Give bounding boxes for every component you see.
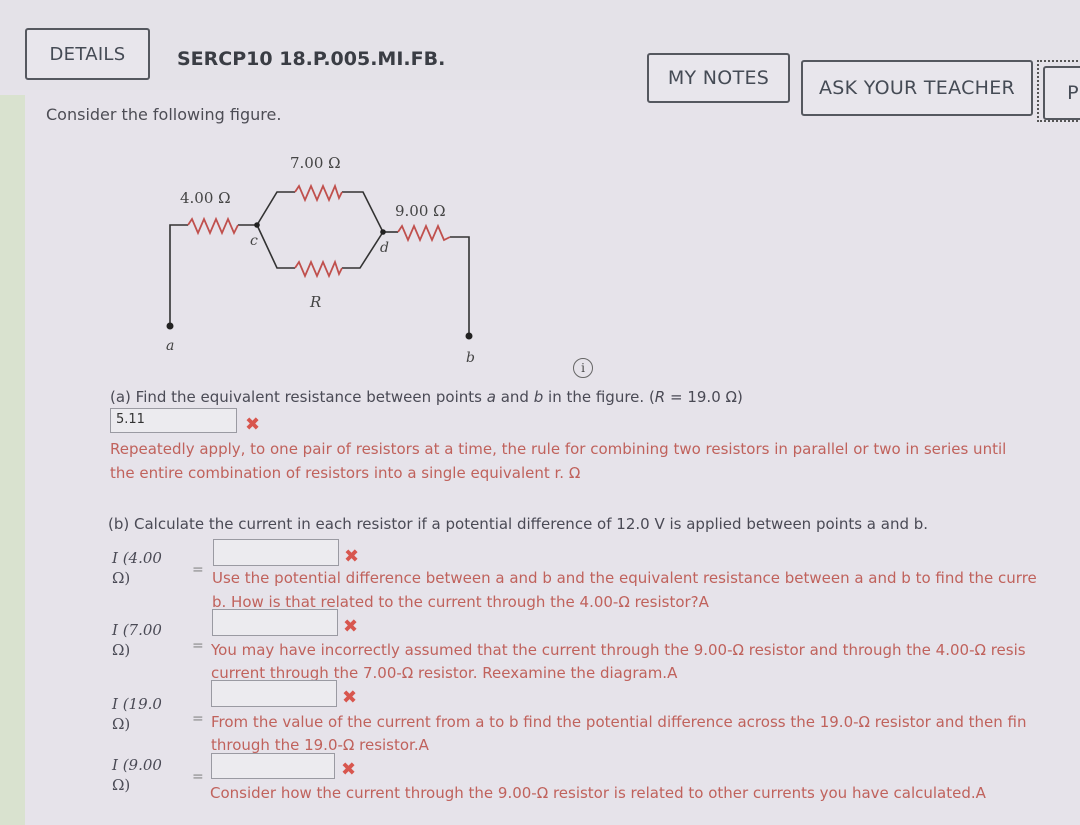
current-19ohm-hint-line1: From the value of the current from a to … (211, 713, 1027, 731)
current-4ohm-hint-line1: Use the potential difference between a a… (212, 569, 1037, 587)
equals-sign: = (192, 711, 204, 727)
part-a-hint-line1: Repeatedly apply, to one pair of resisto… (110, 440, 1007, 458)
equals-sign: = (192, 562, 204, 578)
resistor-9ohm (397, 223, 451, 243)
node-b-dot (465, 332, 473, 340)
current-7ohm-hint-line1: You may have incorrectly assumed that th… (211, 641, 1026, 659)
current-19ohm-input[interactable] (211, 680, 337, 707)
wrong-icon: ✖ (341, 759, 357, 780)
practice-button[interactable]: P (1043, 66, 1080, 120)
wire-c-bottom (256, 224, 295, 269)
details-button[interactable]: DETAILS (25, 28, 150, 80)
current-label-7ohm: I (7.00 Ω) (112, 621, 162, 659)
part-a-question: (a) Find the equivalent resistance betwe… (110, 388, 743, 406)
label-R: R (309, 293, 321, 311)
part-a-hint-line2: the entire combination of resistors into… (110, 464, 581, 482)
wire-top-d (342, 191, 384, 233)
label-node-c: c (250, 233, 258, 249)
label-7ohm: 7.00 Ω (290, 154, 341, 172)
label-node-a: a (166, 338, 174, 354)
current-4ohm-input[interactable] (213, 539, 339, 566)
wrong-icon: ✖ (343, 616, 359, 637)
label-node-d: d (380, 240, 389, 256)
current-label-19ohm: I (19.0 Ω) (112, 695, 162, 733)
resistor-R (294, 259, 343, 279)
label-4ohm: 4.00 Ω (180, 189, 231, 207)
current-label-9ohm: I (9.00 Ω) (112, 756, 162, 794)
current-9ohm-input[interactable] (211, 753, 335, 779)
current-19ohm-hint-line2: through the 19.0-Ω resistor.A (211, 736, 429, 754)
node-c-dot (254, 222, 260, 228)
current-7ohm-input[interactable] (212, 609, 338, 636)
resistor-4ohm (187, 216, 239, 236)
current-label-4ohm: I (4.00 Ω) (112, 549, 162, 587)
equals-sign: = (192, 769, 204, 785)
label-9ohm: 9.00 Ω (395, 202, 446, 220)
prompt-text: Consider the following figure. (46, 105, 282, 124)
current-9ohm-hint: Consider how the current through the 9.0… (210, 784, 986, 802)
my-notes-button[interactable]: MY NOTES (647, 53, 790, 103)
info-icon[interactable]: i (573, 358, 593, 378)
resistor-7ohm (294, 183, 343, 203)
wrong-icon: ✖ (342, 687, 358, 708)
circuit-figure: 4.00 Ω 7.00 Ω R 9.00 Ω a b c d (166, 154, 475, 366)
wire-c-top (256, 191, 295, 226)
wire-bottom-d (342, 231, 384, 269)
side-margin (0, 95, 25, 825)
wrong-icon: ✖ (245, 414, 261, 435)
node-a-dot (166, 322, 174, 330)
label-node-b: b (466, 350, 475, 366)
wire-a (169, 224, 188, 326)
ask-your-teacher-button[interactable]: ASK YOUR TEACHER (801, 60, 1033, 116)
problem-id: SERCP10 18.P.005.MI.FB. (177, 48, 446, 70)
equivalent-resistance-input[interactable]: 5.11 (110, 408, 237, 433)
wrong-icon: ✖ (344, 546, 360, 567)
equals-sign: = (192, 638, 204, 654)
part-b-question: (b) Calculate the current in each resist… (108, 515, 929, 533)
node-d-dot (380, 229, 386, 235)
wire-b (450, 236, 470, 334)
